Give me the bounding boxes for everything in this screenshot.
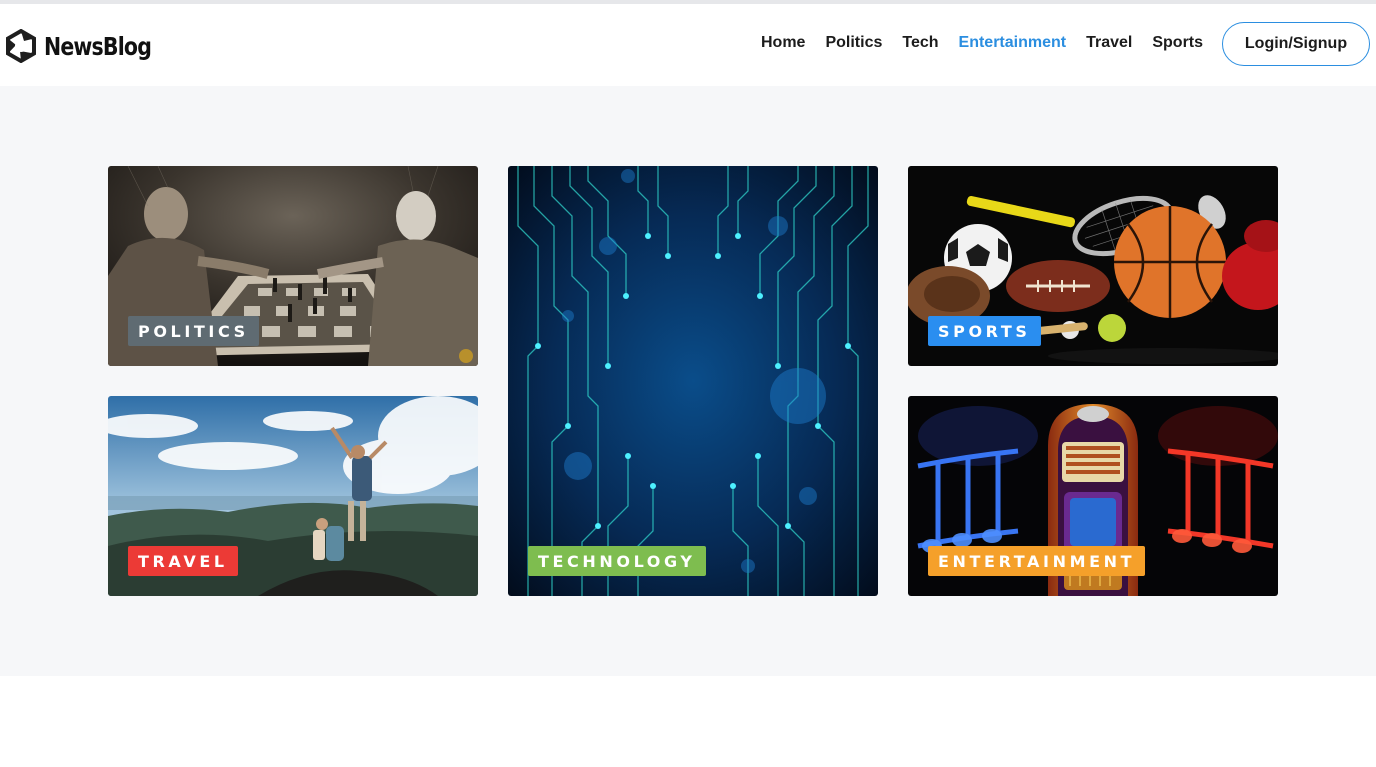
category-card-sports[interactable]: SPORTS (908, 166, 1278, 366)
category-badge-travel: TRAVEL (128, 546, 238, 576)
nav-tech[interactable]: Tech (902, 34, 938, 52)
nav-home[interactable]: Home (761, 34, 805, 52)
category-badge-sports: SPORTS (928, 316, 1041, 346)
main-nav: Home Politics Tech Entertainment Travel … (761, 34, 1223, 52)
technology-circuit-image (508, 166, 878, 596)
navbar: NewsBlog Home Politics Tech Entertainmen… (0, 4, 1376, 86)
category-card-travel[interactable]: TRAVEL (108, 396, 478, 596)
nav-entertainment[interactable]: Entertainment (959, 34, 1067, 52)
category-card-politics[interactable]: POLITICS (108, 166, 478, 366)
category-badge-technology: TECHNOLOGY (528, 546, 706, 576)
category-badge-politics: POLITICS (128, 316, 259, 346)
nav-travel[interactable]: Travel (1086, 34, 1132, 52)
nav-sports[interactable]: Sports (1152, 34, 1203, 52)
login-signup-button[interactable]: Login/Signup (1222, 22, 1370, 66)
category-card-technology[interactable]: TECHNOLOGY (508, 166, 878, 596)
brand-name: NewsBlog (44, 31, 152, 61)
nav-politics[interactable]: Politics (825, 34, 882, 52)
category-grid-section: POLITICS TRAVEL TECHNOLOGY SPORTS ENTERT… (0, 86, 1376, 676)
brand-logo[interactable]: NewsBlog (4, 26, 175, 66)
category-badge-entertainment: ENTERTAINMENT (928, 546, 1146, 576)
category-card-entertainment[interactable]: ENTERTAINMENT (908, 396, 1278, 596)
aperture-logo-icon (6, 29, 36, 63)
